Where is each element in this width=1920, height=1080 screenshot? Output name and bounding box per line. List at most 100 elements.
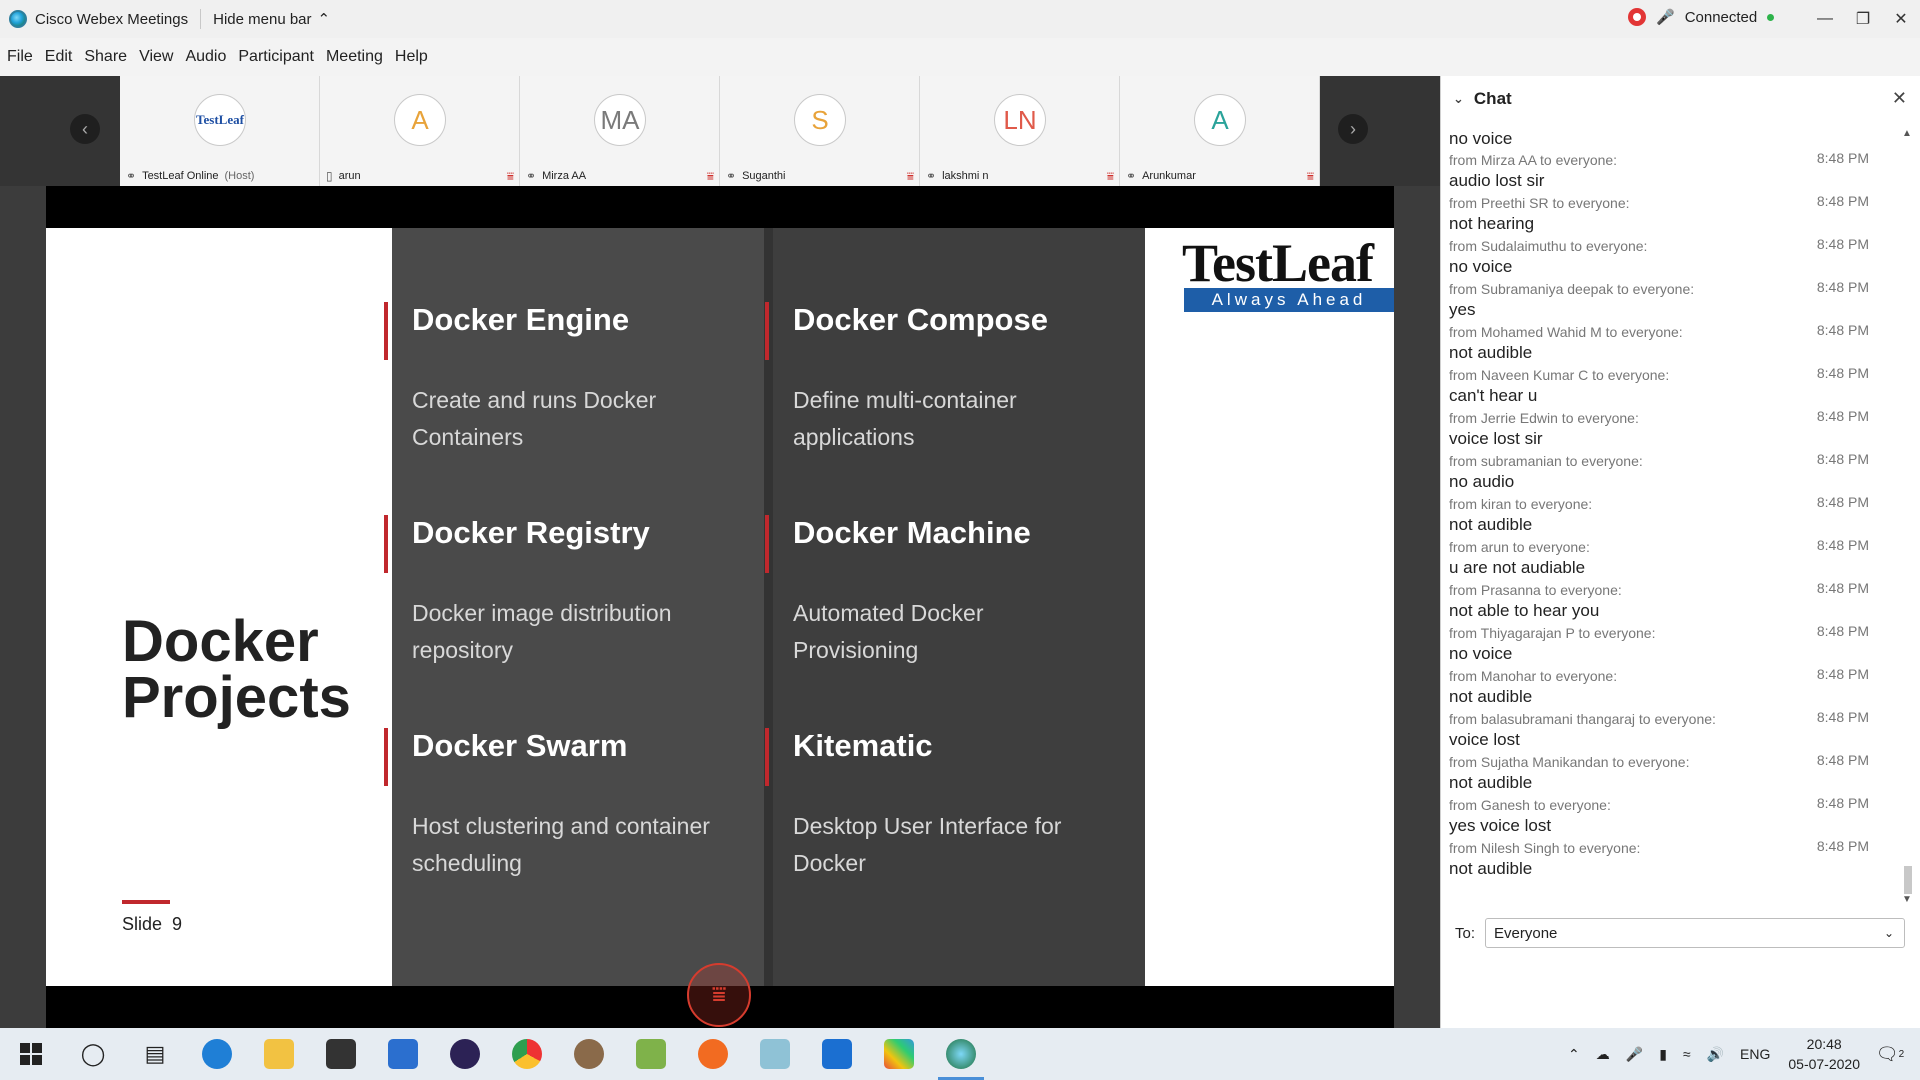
chat-panel: ⌄ Chat ✕ no voice from Mirza AA to every…: [1440, 76, 1920, 1028]
menu-file[interactable]: File: [7, 48, 33, 66]
folder-icon: [264, 1039, 294, 1069]
scrollbar-thumb[interactable]: [1904, 866, 1912, 894]
mic-muted-icon: ⩸: [1106, 169, 1114, 183]
edge-icon: [202, 1039, 232, 1069]
minimize-button[interactable]: —: [1806, 0, 1844, 38]
taskbar-app-chart[interactable]: [620, 1028, 682, 1080]
chat-header[interactable]: ⌄ Chat ✕: [1441, 76, 1920, 122]
webex-icon: [946, 1039, 976, 1069]
chevron-right-icon[interactable]: ›: [1338, 114, 1368, 144]
participant-name: TestLeaf Online: [142, 170, 219, 182]
chat-message: from kiran to everyone: 8:48 PM not audibl…: [1441, 494, 1901, 537]
clock-time: 20:48: [1806, 1036, 1842, 1052]
participant-tile[interactable]: A ▯ arun ⩸: [320, 76, 520, 186]
tool-icon: [884, 1039, 914, 1069]
chat-message-list[interactable]: no voice from Mirza AA to everyone: 8:48 …: [1441, 128, 1901, 964]
message-text: u are not audiable: [1449, 558, 1586, 577]
chat-message: from Sujatha Manikandan to everyone: 8:48…: [1441, 752, 1901, 795]
chevron-left-icon[interactable]: ‹: [70, 114, 100, 144]
scroll-down-icon[interactable]: ▼: [1902, 894, 1912, 905]
task-view-button[interactable]: ▤: [124, 1028, 186, 1080]
taskbar-app-tool[interactable]: [868, 1028, 930, 1080]
restore-button[interactable]: ❐: [1844, 0, 1882, 38]
feature-title: Docker Swarm: [412, 728, 628, 763]
chat-message: from Sudalaimuthu to everyone: 8:48 PM no …: [1441, 236, 1901, 279]
search-button[interactable]: ◯: [62, 1028, 124, 1080]
message-time: 8:48 PM: [1816, 193, 1869, 209]
participant-tile[interactable]: A ⚭ Arunkumar ⩸: [1120, 76, 1320, 186]
message-time: 8:48 PM: [1816, 537, 1869, 553]
menu-participant[interactable]: Participant: [238, 48, 314, 66]
participant-footer: ⚭ Arunkumar ⩸: [1120, 166, 1320, 186]
participant-tile[interactable]: S ⚭ Suganthi ⩸: [720, 76, 920, 186]
participant-footer: ⚭ TestLeaf Online (Host): [120, 166, 320, 186]
taskbar-app-mail[interactable]: [372, 1028, 434, 1080]
close-window-button[interactable]: ✕: [1882, 0, 1920, 38]
chevron-down-icon[interactable]: ⌄: [1453, 91, 1464, 107]
participant-name: Mirza AA: [542, 170, 587, 182]
menu-view[interactable]: View: [139, 48, 173, 66]
participant-footer: ⚭ lakshmi n ⩸: [920, 166, 1120, 186]
battery-icon[interactable]: ▮: [1659, 1046, 1667, 1063]
phone-icon: ▯: [326, 169, 333, 183]
recipient-select[interactable]: Everyone ⌄: [1485, 918, 1906, 948]
message-time: 8:48 PM: [1816, 709, 1869, 725]
taskbar-app-gimp[interactable]: [558, 1028, 620, 1080]
menu-audio[interactable]: Audio: [185, 48, 226, 66]
hide-menu-bar-button[interactable]: Hide menu bar ⌃: [213, 10, 330, 29]
cloud-icon[interactable]: ☁: [1596, 1046, 1610, 1063]
taskbar-app-store[interactable]: [310, 1028, 372, 1080]
participant-tile[interactable]: MA ⚭ Mirza AA ⩸: [520, 76, 720, 186]
chevron-up-icon[interactable]: ⌃: [1568, 1046, 1580, 1063]
message-text: not audible: [1449, 773, 1533, 792]
language-indicator[interactable]: ENG: [1740, 1046, 1770, 1062]
menu-edit[interactable]: Edit: [45, 48, 73, 66]
message-text: yes: [1449, 300, 1476, 319]
taskbar-app-chrome[interactable]: [496, 1028, 558, 1080]
taskbar-app-postman[interactable]: [682, 1028, 744, 1080]
message-text: not audible: [1449, 859, 1533, 878]
feature-title: Docker Compose: [793, 302, 1048, 337]
chat-message: from Prasanna to everyone: 8:48 PM not abl…: [1441, 580, 1901, 623]
chat-scrollbar[interactable]: ▲ ▼: [1902, 128, 1914, 908]
message-text: not audible: [1449, 515, 1533, 534]
close-icon[interactable]: ✕: [1892, 88, 1907, 109]
message-text: not audible: [1449, 343, 1533, 362]
participant-name: lakshmi n: [942, 170, 989, 182]
taskbar-app-edge[interactable]: [186, 1028, 248, 1080]
app-title: Cisco Webex Meetings: [35, 10, 189, 28]
message-time: 8:48 PM: [1816, 322, 1869, 338]
menu-help[interactable]: Help: [395, 48, 428, 66]
mute-button[interactable]: ⩸: [687, 963, 751, 1027]
teamviewer-icon: [822, 1039, 852, 1069]
menu-bar: File Edit Share View Audio Participant M…: [0, 38, 1920, 76]
message-time: 8:48 PM: [1816, 494, 1869, 510]
divider: [200, 9, 202, 29]
menu-meeting[interactable]: Meeting: [326, 48, 383, 66]
message-text: not audible: [1449, 687, 1533, 706]
taskbar-app-eclipse[interactable]: [434, 1028, 496, 1080]
connection-status-label: Connected: [1684, 8, 1758, 26]
taskbar-app-webex[interactable]: [930, 1028, 992, 1080]
feature-column-right: Docker Compose Define multi-container ap…: [765, 228, 1145, 986]
windows-start-button[interactable]: [0, 1028, 62, 1080]
participant-tile[interactable]: TestLeaf ⚭ TestLeaf Online (Host): [120, 76, 320, 186]
taskbar-app-notes[interactable]: [744, 1028, 806, 1080]
taskbar-app-teamviewer[interactable]: [806, 1028, 868, 1080]
mail-icon: [388, 1039, 418, 1069]
message-text: no voice: [1449, 644, 1513, 663]
message-text: audio lost sir: [1449, 171, 1545, 190]
accent-bar: [765, 302, 769, 360]
taskbar-app-explorer[interactable]: [248, 1028, 310, 1080]
wifi-icon[interactable]: ≈: [1683, 1046, 1691, 1062]
menu-share[interactable]: Share: [84, 48, 127, 66]
participant-tile[interactable]: LN ⚭ lakshmi n ⩸: [920, 76, 1120, 186]
recording-icon[interactable]: [1628, 8, 1646, 26]
notifications-button[interactable]: 🗨 2: [1874, 1038, 1906, 1070]
scroll-up-icon[interactable]: ▲: [1902, 128, 1912, 139]
chat-message: from Jerrie Edwin to everyone: 8:48 PM voi…: [1441, 408, 1901, 451]
participant-tiles: TestLeaf ⚭ TestLeaf Online (Host) A ▯ ar…: [120, 76, 1320, 186]
volume-icon[interactable]: 🔊: [1707, 1046, 1724, 1063]
microphone-icon[interactable]: 🎤: [1626, 1046, 1643, 1063]
clock[interactable]: 20:48 05-07-2020: [1788, 1034, 1860, 1074]
